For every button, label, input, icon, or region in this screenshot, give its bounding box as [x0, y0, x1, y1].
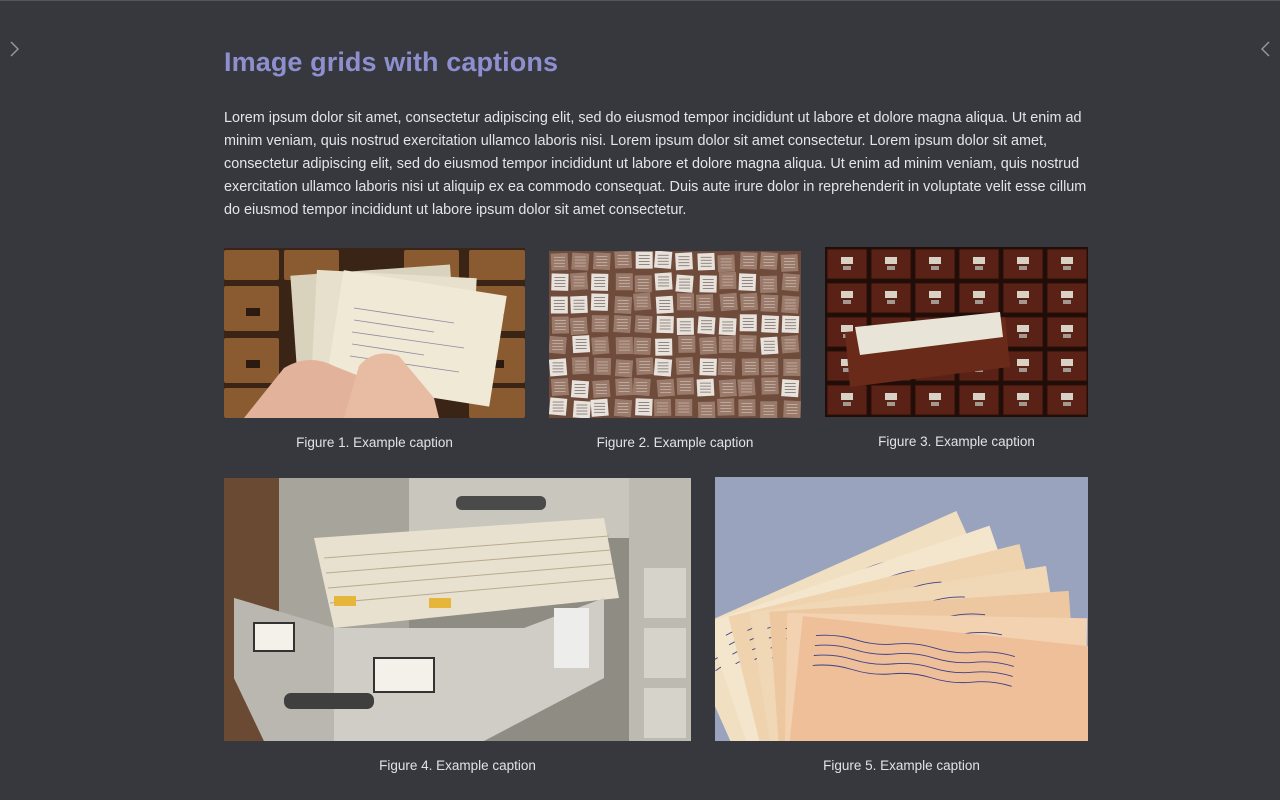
- figure-1: Figure 1. Example caption: [224, 248, 525, 450]
- figure-1-caption: Figure 1. Example caption: [296, 435, 453, 450]
- figure-4: Figure 4. Example caption: [224, 478, 691, 773]
- figure-5-image: [715, 477, 1088, 741]
- figure-2-image: [549, 251, 801, 418]
- figure-4-caption: Figure 4. Example caption: [379, 758, 536, 773]
- chevron-right-icon[interactable]: [7, 40, 23, 58]
- figure-3: Figure 3. Example caption: [825, 247, 1088, 449]
- figure-3-image: [825, 247, 1088, 417]
- top-border: [0, 0, 1280, 1]
- intro-paragraph: Lorem ipsum dolor sit amet, consectetur …: [224, 110, 1087, 218]
- page-title: Image grids with captions: [224, 47, 559, 77]
- chevron-left-icon[interactable]: [1257, 40, 1273, 58]
- figure-3-caption: Figure 3. Example caption: [878, 434, 1035, 449]
- figure-4-image: [224, 478, 691, 741]
- figure-1-image: [224, 248, 525, 418]
- figure-2: Figure 2. Example caption: [549, 251, 801, 450]
- figure-2-caption: Figure 2. Example caption: [596, 435, 754, 450]
- figure-5-caption: Figure 5. Example caption: [823, 758, 980, 773]
- figure-5: Figure 5. Example caption: [715, 477, 1088, 773]
